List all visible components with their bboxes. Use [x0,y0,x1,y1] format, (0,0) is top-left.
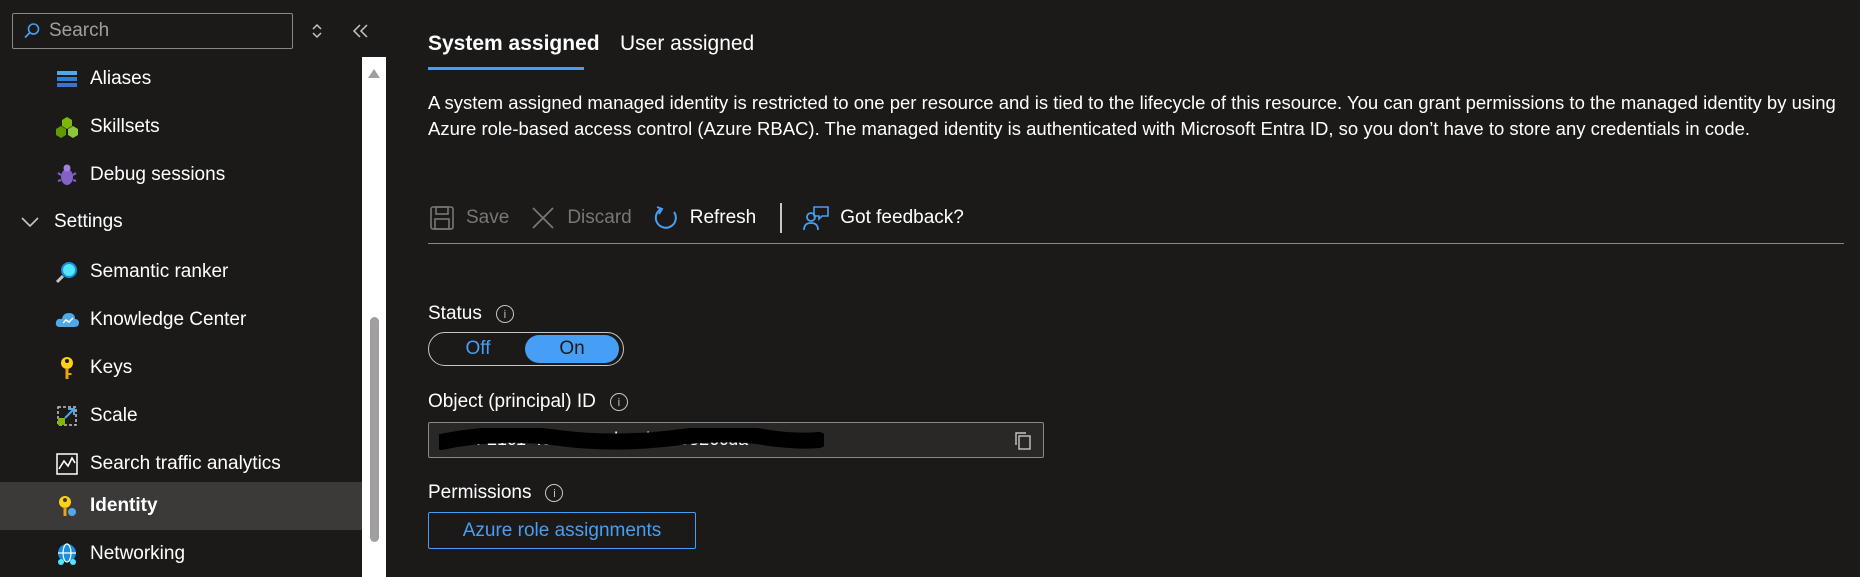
status-on-option[interactable]: On [525,335,619,363]
permissions-label: Permissions [428,482,532,503]
sidebar-item-label: Networking [90,543,186,564]
identity-description: A system assigned managed identity is re… [428,92,1836,139]
object-id-label: Object (principal) ID [428,391,596,412]
sidebar-item-label: Aliases [90,68,152,89]
discard-button[interactable]: Discard [529,204,632,232]
refresh-icon [654,206,677,229]
feedback-person-icon [803,206,830,231]
info-icon[interactable]: i [609,393,628,411]
semantic-ranker-icon [54,259,80,285]
sidebar-item-search-traffic-analytics[interactable]: Search traffic analytics [0,440,362,488]
info-icon[interactable]: i [495,305,514,323]
copy-icon[interactable] [1013,431,1033,451]
sidebar-item-identity[interactable]: Identity [0,482,362,530]
scale-icon [54,403,80,429]
networking-globe-icon [54,541,80,567]
knowledge-cloud-icon [54,307,80,333]
sidebar-item-label: Knowledge Center [90,309,247,330]
sort-updown-icon[interactable] [304,18,330,44]
tab-system-assigned[interactable]: System assigned [428,32,600,56]
refresh-button[interactable]: Refresh [652,204,757,232]
status-toggle[interactable]: Off On [428,332,624,366]
sidebar-scrollbar[interactable] [362,57,386,577]
feedback-button[interactable]: Got feedback? [802,204,964,232]
search-input[interactable] [49,20,279,42]
sidebar-group-settings[interactable]: Settings [0,198,362,246]
active-tab-indicator [428,67,584,70]
status-off-option[interactable]: Off [431,335,525,363]
toolbar-divider [780,203,783,233]
sidebar-item-label: Semantic ranker [90,261,229,282]
redaction-scribble [439,428,824,450]
identity-key-icon [54,493,80,519]
object-id-field: Object (principal) ID i [428,391,628,413]
sidebar-item-knowledge-center[interactable]: Knowledge Center [0,296,362,344]
sidebar-item-label: Search traffic analytics [90,453,281,474]
toolbar-divider-line [428,243,1844,244]
save-label: Save [466,207,510,228]
status-field: Status i [428,303,514,325]
sidebar-item-label: Debug sessions [90,164,226,185]
sidebar-search-box[interactable] [12,13,293,49]
collapse-sidebar-icon[interactable] [348,18,374,44]
sidebar-item-aliases[interactable]: Aliases [0,55,362,103]
sidebar-item-semantic-ranker[interactable]: Semantic ranker [0,248,362,296]
sidebar: Aliases Skillsets Debug sessions Setting… [0,0,386,577]
search-icon [24,23,40,39]
sidebar-item-label: Skillsets [90,116,160,137]
save-button[interactable]: Save [428,204,509,232]
chevron-down-icon [21,217,39,228]
feedback-label: Got feedback? [840,207,964,228]
azure-role-assignments-button[interactable]: Azure role assignments [428,512,696,549]
aliases-icon [54,66,80,92]
debug-bug-icon [54,162,80,188]
tab-user-assigned[interactable]: User assigned [620,32,754,56]
permissions-field: Permissions i [428,482,564,504]
sidebar-nav: Aliases Skillsets Debug sessions Setting… [0,55,362,577]
sidebar-item-debug-sessions[interactable]: Debug sessions [0,151,362,199]
sidebar-item-networking[interactable]: Networking [0,530,362,577]
info-icon[interactable]: i [545,484,564,502]
object-id-input[interactable]: ........-21c1-455f-a...-ab-ed5cd5526cda [428,422,1044,458]
sidebar-item-scale[interactable]: Scale [0,392,362,440]
main-content: System assigned User assigned A system a… [386,0,1860,577]
sidebar-item-label: Identity [90,495,158,516]
analytics-chart-icon [54,451,80,477]
command-toolbar: Save Discard Refresh Got feedback? [428,198,1844,238]
scrollbar-thumb[interactable] [370,317,379,542]
discard-label: Discard [567,207,632,228]
sidebar-item-skillsets[interactable]: Skillsets [0,103,362,151]
sidebar-item-label: Scale [90,405,138,426]
save-icon [430,206,454,230]
sidebar-item-label: Keys [90,357,133,378]
sidebar-item-keys[interactable]: Keys [0,344,362,392]
sidebar-group-label: Settings [54,211,123,232]
close-icon [532,207,554,229]
key-icon [54,355,80,381]
refresh-label: Refresh [689,207,757,228]
status-label: Status [428,303,482,324]
skillsets-icon [54,114,80,140]
scroll-up-arrow-icon[interactable] [368,69,380,78]
